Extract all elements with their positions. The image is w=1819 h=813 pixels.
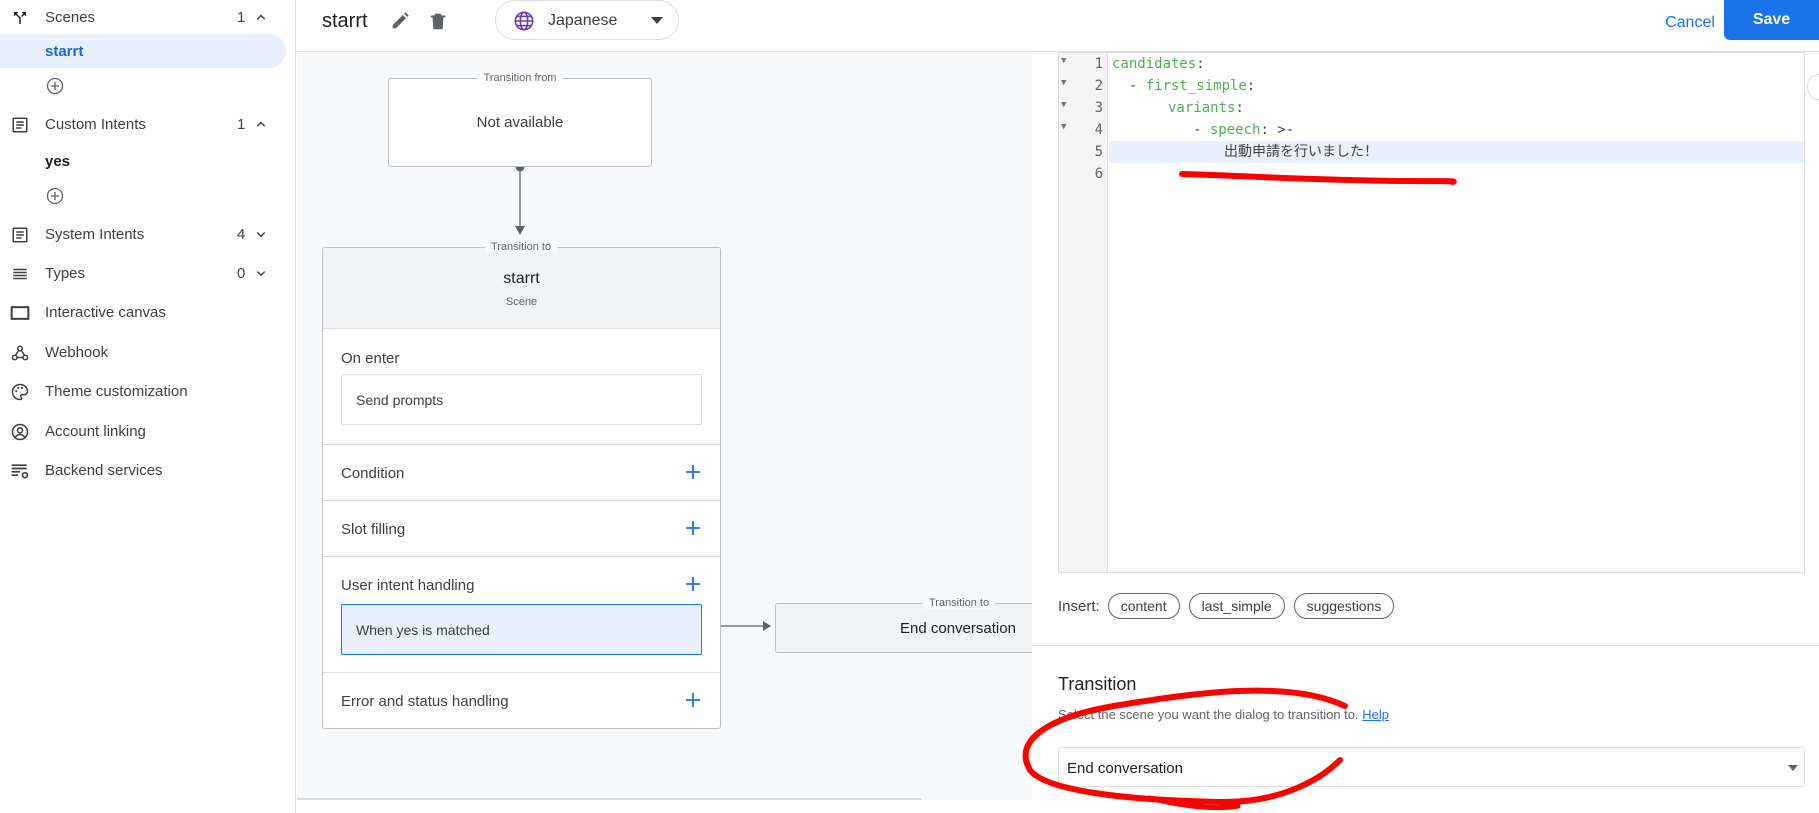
gutter-line: ▼ 4 bbox=[1061, 122, 1103, 138]
condition-section: Condition bbox=[323, 444, 720, 500]
add-condition-icon[interactable] bbox=[685, 464, 701, 480]
gutter-line: ▼ 1 bbox=[1061, 56, 1103, 72]
transition-select-value: End conversation bbox=[1067, 760, 1183, 777]
transition-to-label: Transition to bbox=[484, 241, 558, 253]
transition-help-text: Select the scene you want the dialog to … bbox=[1058, 707, 1390, 722]
fold-arrow-icon[interactable]: ▼ bbox=[1061, 100, 1066, 110]
field-text: Send prompts bbox=[356, 392, 444, 408]
on-enter-section: On enter Send prompts bbox=[323, 329, 720, 443]
caret-down-icon bbox=[1788, 765, 1798, 771]
slot-filling-section: Slot filling bbox=[323, 500, 720, 556]
transition-title: Transition bbox=[1058, 674, 1137, 694]
gutter-line: 5 bbox=[1094, 144, 1103, 160]
transition-from-label: Transition from bbox=[477, 72, 563, 84]
add-slot-icon[interactable] bbox=[685, 520, 701, 536]
fold-arrow-icon[interactable]: ▼ bbox=[1061, 122, 1066, 132]
insert-chip-content[interactable]: content bbox=[1107, 593, 1180, 619]
transition-select[interactable]: End conversation bbox=[1058, 747, 1805, 787]
panel-scroll-handle[interactable] bbox=[1807, 74, 1819, 100]
gutter-line: ▼ 2 bbox=[1061, 78, 1103, 94]
help-link[interactable]: Help bbox=[1362, 707, 1389, 722]
insert-chip-suggestions[interactable]: suggestions bbox=[1293, 593, 1395, 619]
gutter-line: 6 bbox=[1094, 166, 1103, 182]
transition-from-node[interactable]: Not available bbox=[388, 78, 652, 167]
panel-divider bbox=[1032, 645, 1819, 646]
end-node-value: End conversation bbox=[900, 620, 1016, 637]
code-line-5: 出動申請を行いました！ bbox=[1109, 141, 1804, 163]
code-line-3: variants: bbox=[1168, 100, 1244, 116]
code-line-1: candidates: bbox=[1112, 56, 1205, 72]
user-intent-handling-section: User intent handling When yes is matched bbox=[323, 556, 720, 672]
scene-node-name: starrt bbox=[503, 270, 540, 287]
add-intent-handler-icon[interactable] bbox=[685, 576, 701, 592]
end-node-label: Transition to bbox=[922, 597, 996, 609]
fold-arrow-icon[interactable]: ▼ bbox=[1061, 56, 1066, 66]
section-title: Error and status handling bbox=[341, 693, 509, 710]
gutter-line: ▼ 3 bbox=[1061, 100, 1103, 116]
add-error-handler-icon[interactable] bbox=[685, 692, 701, 708]
scene-node-header[interactable]: starrt Scene bbox=[323, 248, 720, 329]
field-text: When yes is matched bbox=[356, 622, 490, 638]
end-conversation-node[interactable]: End conversation bbox=[775, 603, 1035, 653]
insert-chip-last-simple[interactable]: last_simple bbox=[1188, 593, 1285, 619]
section-title: User intent handling bbox=[341, 577, 475, 594]
scene-node: starrt Scene On enter Send prompts Condi… bbox=[322, 247, 721, 729]
intent-handler-yes[interactable]: When yes is matched bbox=[341, 604, 702, 655]
scene-node-type: Scene bbox=[505, 296, 538, 308]
section-title: On enter bbox=[341, 350, 400, 367]
section-title: Condition bbox=[341, 465, 405, 482]
yaml-code-editor[interactable]: ▼ 1 ▼ 2 ▼ 3 ▼ 4 5 6 candidates: - first_simp… bbox=[1058, 52, 1805, 573]
editor-gutter: ▼ 1 ▼ 2 ▼ 3 ▼ 4 5 6 bbox=[1059, 53, 1108, 572]
insert-label: Insert: bbox=[1058, 597, 1100, 615]
fold-arrow-icon[interactable]: ▼ bbox=[1061, 78, 1066, 88]
send-prompts-field[interactable]: Send prompts bbox=[341, 374, 702, 425]
code-line-2: - first_simple: bbox=[1112, 78, 1256, 94]
scene-settings-panel: ▼ 1 ▼ 2 ▼ 3 ▼ 4 5 6 candidates: - first_simp… bbox=[1032, 52, 1819, 813]
code-line-4: - speech: >- bbox=[1193, 122, 1295, 138]
error-status-handling-section: Error and status handling bbox=[323, 672, 720, 730]
transition-from-value: Not available bbox=[476, 114, 564, 131]
insert-row: Insert: content last_simple suggestions bbox=[1058, 592, 1403, 620]
section-title: Slot filling bbox=[341, 521, 406, 538]
